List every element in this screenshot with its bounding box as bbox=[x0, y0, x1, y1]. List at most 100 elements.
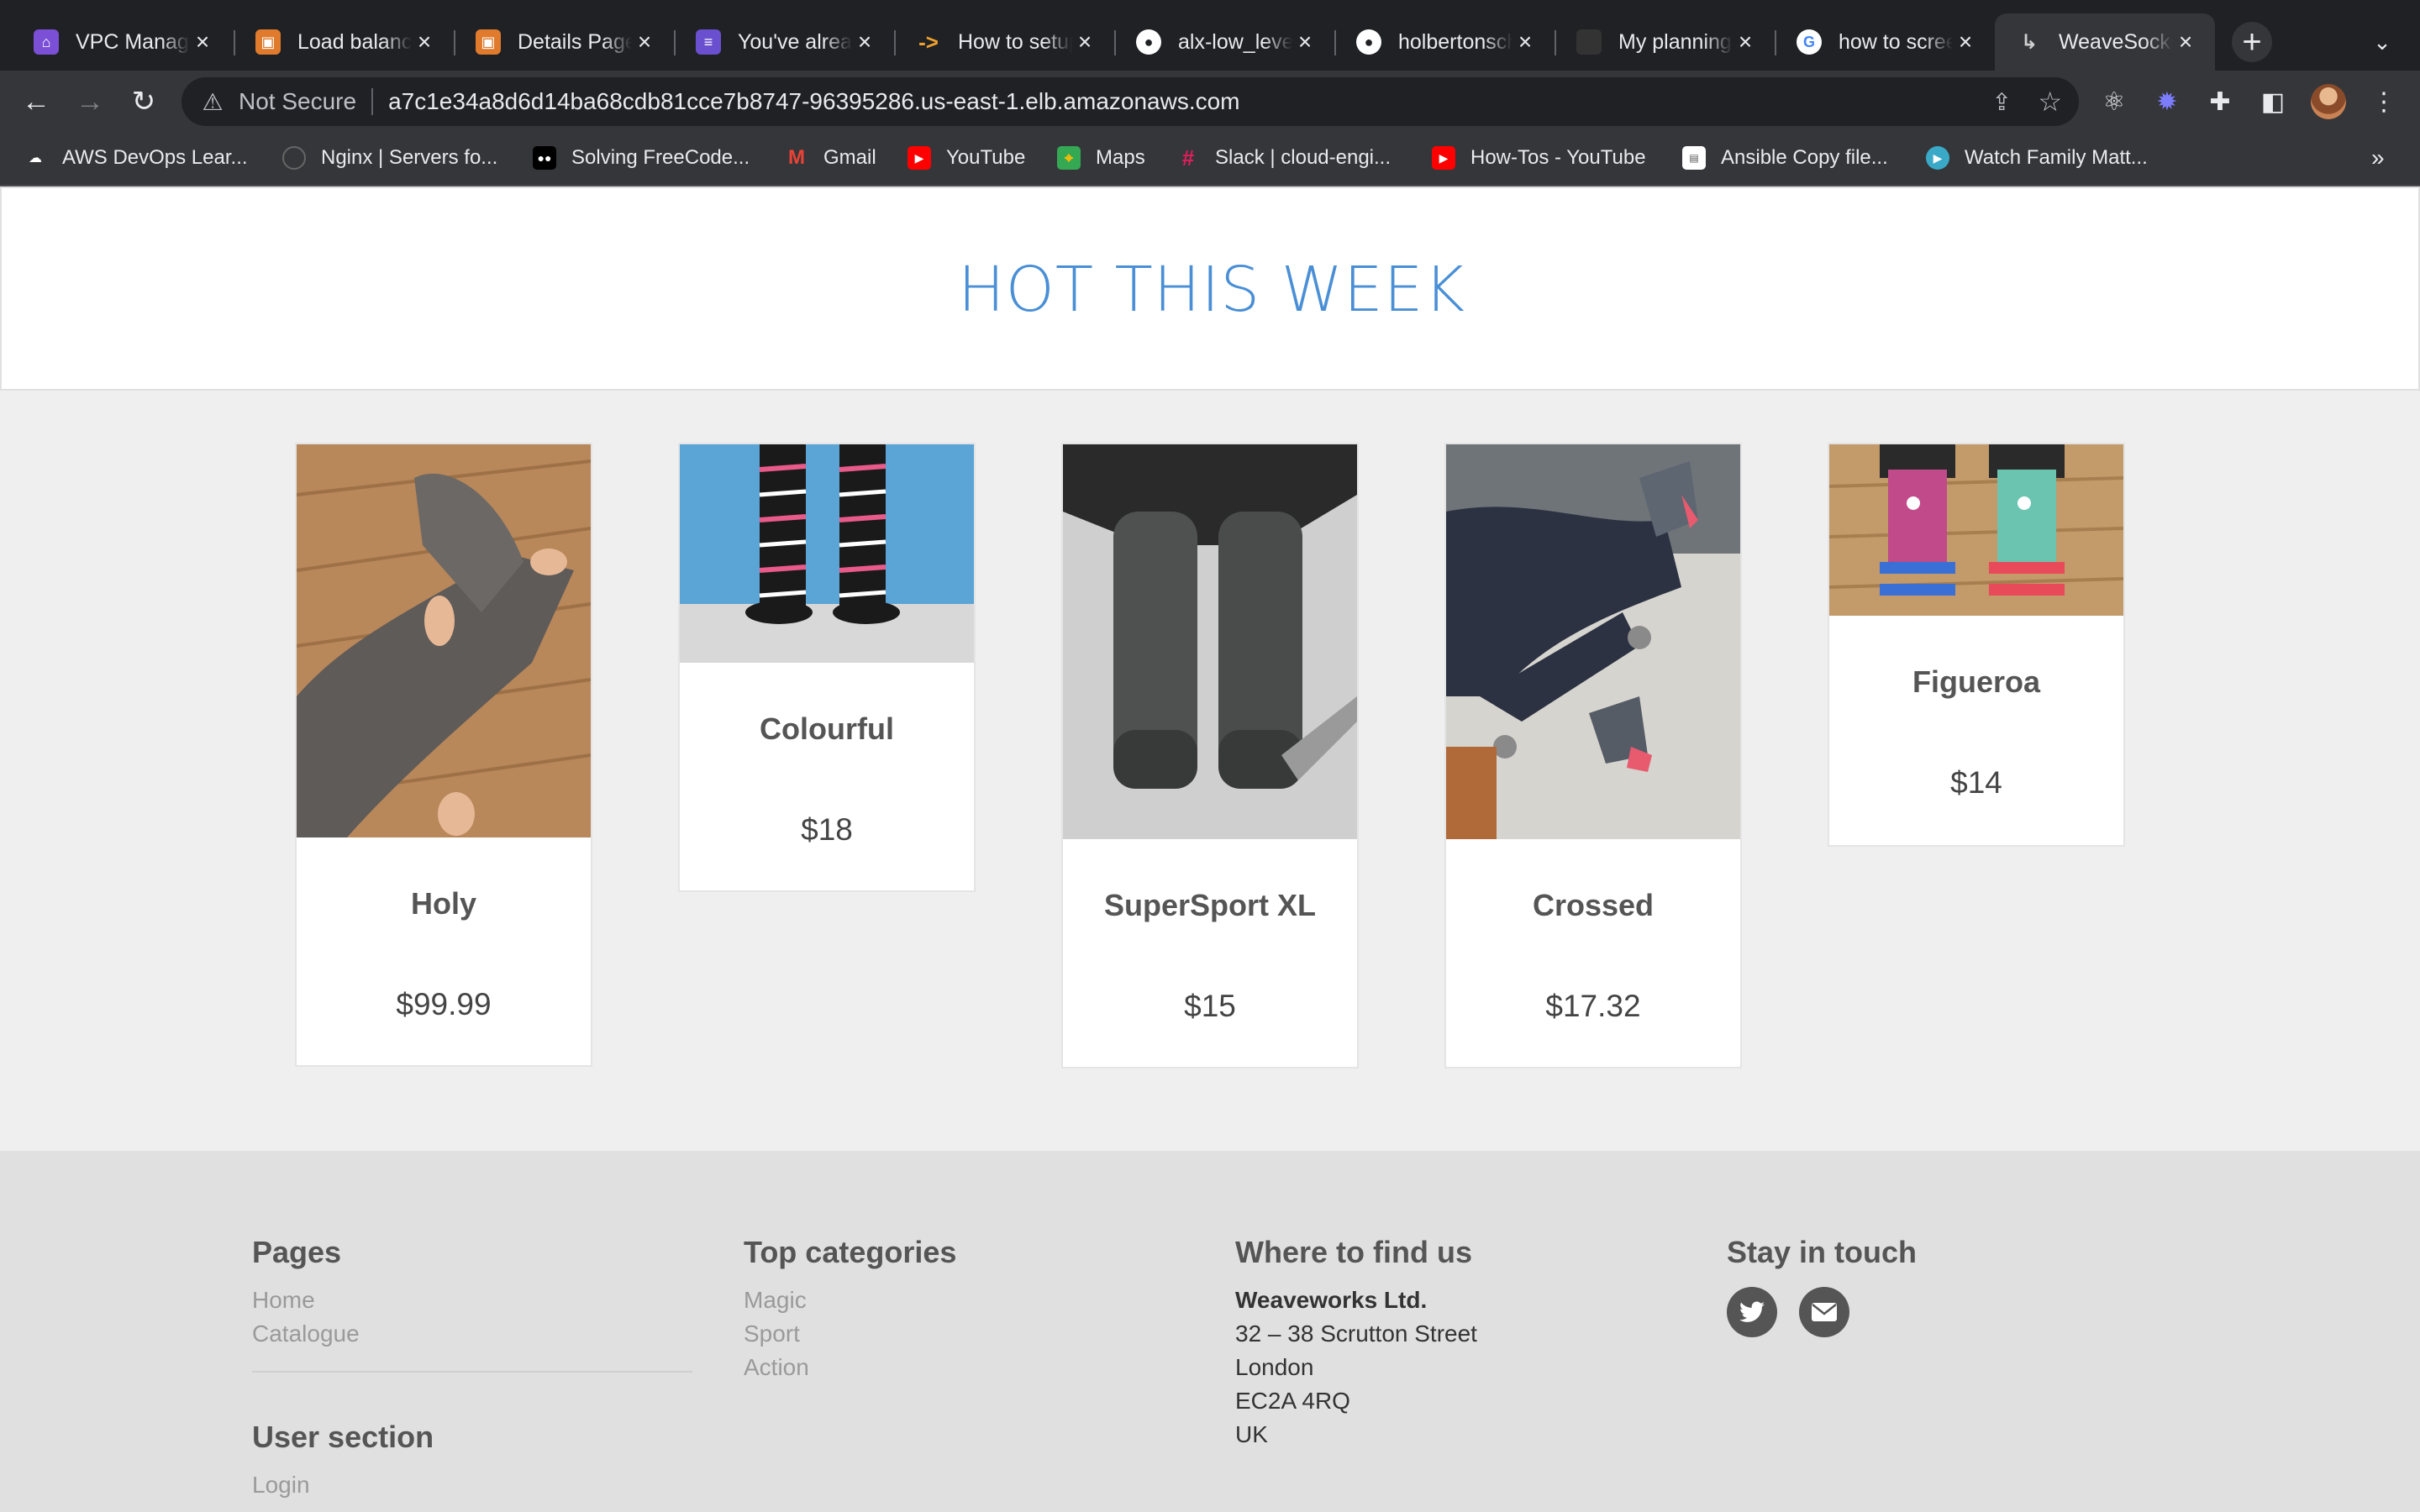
share-icon[interactable]: ⇪ bbox=[1992, 88, 2012, 116]
product-name[interactable]: Figueroa bbox=[1829, 664, 2123, 700]
side-panel-icon[interactable]: ◧ bbox=[2255, 84, 2291, 119]
product-card-figueroa[interactable]: Figueroa $14 bbox=[1828, 443, 2125, 847]
product-price: $99.99 bbox=[396, 987, 492, 1021]
close-icon[interactable]: × bbox=[1733, 29, 1758, 55]
product-image-figueroa[interactable] bbox=[1829, 444, 2123, 616]
tab-title: WeaveSocks bbox=[2059, 29, 2173, 54]
product-card-holy[interactable]: Holy $99.99 bbox=[295, 443, 592, 1067]
close-icon[interactable]: × bbox=[852, 29, 877, 55]
product-name[interactable]: SuperSport XL bbox=[1063, 888, 1357, 923]
arrow-icon: -> bbox=[918, 29, 939, 55]
tab-vpc[interactable]: ⌂ VPC Management × bbox=[12, 13, 232, 71]
bookmark-item[interactable]: ⌖ Maps bbox=[1057, 141, 1145, 175]
product-name[interactable]: Crossed bbox=[1446, 888, 1740, 923]
close-icon[interactable]: × bbox=[632, 29, 657, 55]
tab-title: Load balancers bbox=[297, 29, 412, 54]
product-price: $15 bbox=[1184, 989, 1236, 1023]
bookmark-item[interactable]: ●● Solving FreeCode... bbox=[533, 141, 750, 175]
bookmark-label: Slack | cloud-engi... bbox=[1215, 146, 1392, 169]
product-image-supersport-xl[interactable] bbox=[1063, 444, 1357, 839]
product-image-crossed[interactable] bbox=[1446, 444, 1740, 839]
company-name: Weaveworks Ltd. bbox=[1235, 1287, 1428, 1313]
sock-icon: ↳ bbox=[2020, 30, 2039, 54]
tab-strip: ⌂ VPC Management × ▣ Load balancers × ▣ … bbox=[0, 13, 2420, 71]
close-icon[interactable]: × bbox=[190, 29, 215, 55]
tab-title: You've already bbox=[738, 29, 852, 54]
bookmark-item[interactable]: ☁ AWS DevOps Lear... bbox=[24, 141, 248, 175]
product-card-supersport-xl[interactable]: SuperSport XL $15 bbox=[1061, 443, 1359, 1068]
tab-title: How to setup bbox=[958, 29, 1072, 54]
slack-icon: # bbox=[1181, 144, 1195, 171]
address-bar[interactable]: ⚠ Not Secure a7c1e34a8d6d14ba68cdb81cce7… bbox=[182, 77, 2079, 126]
forward-arrow-icon[interactable]: → bbox=[69, 81, 111, 123]
tab-how-to-setup[interactable]: -> How to setup × bbox=[894, 13, 1114, 71]
close-icon[interactable]: × bbox=[1292, 29, 1318, 55]
tab-details[interactable]: ▣ Details Page × bbox=[454, 13, 674, 71]
footer-link-catalogue[interactable]: Catalogue bbox=[252, 1320, 360, 1347]
close-icon[interactable]: × bbox=[1072, 29, 1097, 55]
menu-dots-icon[interactable]: ⋮ bbox=[2366, 84, 2402, 119]
details-icon: ▣ bbox=[476, 29, 501, 55]
bookmark-label: YouTube bbox=[946, 146, 1026, 169]
close-icon[interactable]: × bbox=[412, 29, 437, 55]
footer-link-magic[interactable]: Magic bbox=[744, 1287, 807, 1314]
close-icon[interactable]: × bbox=[1953, 29, 1978, 55]
product-card-colourful[interactable]: Colourful $18 bbox=[678, 443, 976, 892]
tab-google-search[interactable]: G how to screenshot × bbox=[1775, 13, 1995, 71]
youtube-icon: ▶ bbox=[908, 146, 931, 170]
footer-link-sport[interactable]: Sport bbox=[744, 1320, 800, 1347]
product-price: $18 bbox=[801, 812, 853, 847]
tab-holberton[interactable]: ● holbertonschool × bbox=[1334, 13, 1555, 71]
close-icon[interactable]: × bbox=[1512, 29, 1538, 55]
tab-alx[interactable]: ● alx-low_level × bbox=[1114, 13, 1334, 71]
bookmark-item[interactable]: Nginx | Servers fo... bbox=[282, 141, 497, 175]
tab-already[interactable]: ≡ You've already × bbox=[674, 13, 894, 71]
bookmark-item[interactable]: ▤ Ansible Copy file... bbox=[1682, 141, 1888, 175]
product-card-crossed[interactable]: Crossed $17.32 bbox=[1444, 443, 1742, 1068]
tab-weavesocks[interactable]: ↳ WeaveSocks × bbox=[1995, 13, 2215, 71]
profile-avatar[interactable] bbox=[2311, 84, 2346, 119]
twitter-icon[interactable] bbox=[1727, 1287, 1777, 1337]
product-name[interactable]: Colourful bbox=[680, 711, 974, 747]
envelope-icon[interactable] bbox=[1799, 1287, 1849, 1337]
tab-planning[interactable]: My planning × bbox=[1555, 13, 1775, 71]
footer-link-action[interactable]: Action bbox=[744, 1354, 809, 1381]
new-tab-button[interactable]: + bbox=[2232, 22, 2272, 62]
close-icon[interactable]: × bbox=[2173, 29, 2198, 55]
bookmark-item[interactable]: M Gmail bbox=[785, 141, 876, 175]
bookmark-item[interactable]: # Slack | cloud-engi... bbox=[1176, 141, 1391, 175]
product-image-colourful[interactable] bbox=[680, 444, 974, 663]
bookmark-label: Watch Family Matt... bbox=[1965, 146, 2148, 169]
warning-icon[interactable]: ⚠ bbox=[198, 87, 227, 116]
address-line: 32 – 38 Scrutton Street bbox=[1235, 1320, 1477, 1347]
bookmark-item[interactable]: ▶ YouTube bbox=[908, 141, 1025, 175]
tab-title: holbertonschool bbox=[1398, 29, 1512, 54]
product-image-holy[interactable] bbox=[297, 444, 591, 837]
bookmarks-overflow-icon[interactable]: » bbox=[2371, 144, 2385, 171]
page-content: HOT THIS WEEK Holy $99.99 Colourful $18 … bbox=[0, 186, 2420, 1512]
tab-load-balancers[interactable]: ▣ Load balancers × bbox=[234, 13, 454, 71]
product-name[interactable]: Holy bbox=[297, 886, 591, 921]
security-label[interactable]: Not Secure bbox=[239, 88, 356, 115]
bookmark-label: Ansible Copy file... bbox=[1721, 146, 1888, 169]
footer-link-login[interactable]: Login bbox=[252, 1472, 310, 1499]
medium-icon: ●● bbox=[533, 146, 556, 170]
url-text[interactable]: a7c1e34a8d6d14ba68cdb81cce7b8747-9639528… bbox=[388, 88, 1239, 115]
section-title: HOT THIS WEEK bbox=[958, 254, 1465, 326]
react-devtools-icon[interactable]: ⚛ bbox=[2096, 84, 2132, 119]
back-arrow-icon[interactable]: ← bbox=[15, 81, 57, 123]
puzzle-icon[interactable]: ✚ bbox=[2202, 84, 2238, 119]
browser-toolbar: ← → ↻ ⚠ Not Secure a7c1e34a8d6d14ba68cdb… bbox=[0, 71, 2420, 133]
star-icon[interactable]: ☆ bbox=[2038, 86, 2062, 118]
github-icon: ● bbox=[1356, 29, 1381, 55]
bookmark-item[interactable]: ▶ How-Tos - YouTube bbox=[1432, 141, 1646, 175]
tab-title: VPC Management bbox=[76, 29, 190, 54]
bookmark-item[interactable]: ▶ Watch Family Matt... bbox=[1926, 141, 2148, 175]
tab-title: alx-low_level bbox=[1178, 29, 1292, 54]
footer-divider bbox=[252, 1371, 692, 1373]
extension-gear-icon[interactable]: ✹ bbox=[2149, 84, 2185, 119]
chevron-down-icon[interactable]: ⌄ bbox=[2365, 25, 2399, 59]
bookmark-label: Solving FreeCode... bbox=[571, 146, 750, 169]
footer-link-home[interactable]: Home bbox=[252, 1287, 315, 1314]
reload-icon[interactable]: ↻ bbox=[123, 81, 165, 123]
